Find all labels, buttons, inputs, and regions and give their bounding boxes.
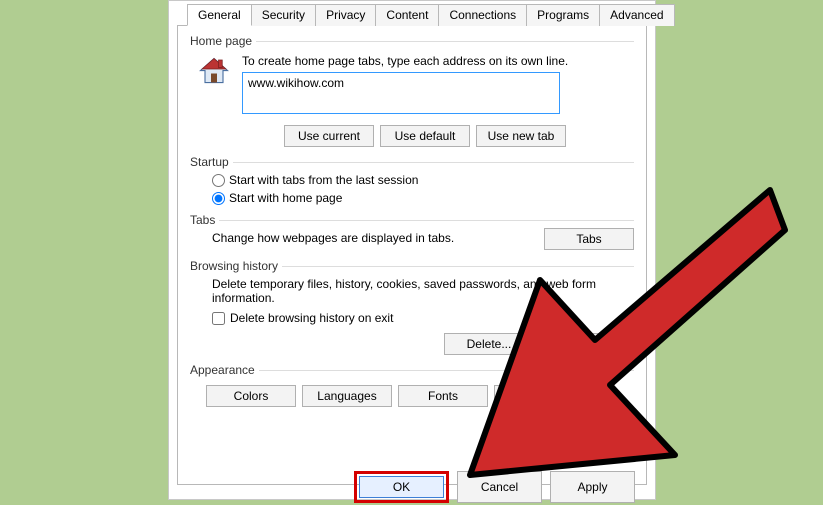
- startup-last-session-label: Start with tabs from the last session: [229, 173, 418, 187]
- tab-programs[interactable]: Programs: [526, 4, 600, 26]
- history-title: Browsing history: [190, 259, 278, 273]
- use-default-button[interactable]: Use default: [380, 125, 470, 147]
- fonts-button[interactable]: Fonts: [398, 385, 488, 407]
- delete-on-exit-checkbox[interactable]: [212, 312, 225, 325]
- tab-strip: General Security Privacy Content Connect…: [187, 4, 653, 26]
- tabs-group: Tabs Change how webpages are displayed i…: [190, 213, 634, 251]
- startup-home-radio[interactable]: [212, 192, 225, 205]
- history-desc: Delete temporary files, history, cookies…: [212, 277, 634, 305]
- homepage-hint: To create home page tabs, type each addr…: [242, 54, 568, 68]
- tab-connections[interactable]: Connections: [438, 4, 527, 26]
- use-new-tab-button[interactable]: Use new tab: [476, 125, 566, 147]
- appearance-title: Appearance: [190, 363, 255, 377]
- tabs-desc: Change how webpages are displayed in tab…: [212, 231, 544, 245]
- tab-privacy[interactable]: Privacy: [315, 4, 376, 26]
- tab-advanced[interactable]: Advanced: [599, 4, 674, 26]
- colors-button[interactable]: Colors: [206, 385, 296, 407]
- languages-button[interactable]: Languages: [302, 385, 392, 407]
- apply-button[interactable]: Apply: [550, 471, 635, 503]
- use-current-button[interactable]: Use current: [284, 125, 374, 147]
- tab-general[interactable]: General: [187, 4, 252, 26]
- startup-last-session-radio[interactable]: [212, 174, 225, 187]
- startup-group: Startup Start with tabs from the last se…: [190, 155, 634, 205]
- homepage-group: Home page To create home page tabs, type…: [190, 34, 634, 147]
- cancel-button[interactable]: Cancel: [457, 471, 542, 503]
- ok-highlight: OK: [354, 471, 449, 503]
- startup-title: Startup: [190, 155, 229, 169]
- internet-options-dialog: General Security Privacy Content Connect…: [168, 0, 656, 500]
- homepage-input[interactable]: [242, 72, 560, 114]
- general-panel: Home page To create home page tabs, type…: [177, 25, 647, 485]
- history-settings-button[interactable]: Settings: [540, 333, 630, 355]
- tabs-button[interactable]: Tabs: [544, 228, 634, 250]
- accessibility-button[interactable]: Accessibility: [494, 385, 584, 407]
- delete-button[interactable]: Delete...: [444, 333, 534, 355]
- delete-on-exit-label: Delete browsing history on exit: [230, 311, 393, 325]
- homepage-title: Home page: [190, 34, 252, 48]
- home-icon: [196, 54, 232, 93]
- history-group: Browsing history Delete temporary files,…: [190, 259, 634, 355]
- appearance-group: Appearance Colors Languages Fonts Access…: [190, 363, 634, 407]
- tabs-title: Tabs: [190, 213, 215, 227]
- tab-content[interactable]: Content: [375, 4, 439, 26]
- ok-button[interactable]: OK: [359, 476, 444, 498]
- dialog-buttons: OK Cancel Apply: [354, 471, 635, 503]
- startup-home-label: Start with home page: [229, 191, 342, 205]
- tab-security[interactable]: Security: [251, 4, 316, 26]
